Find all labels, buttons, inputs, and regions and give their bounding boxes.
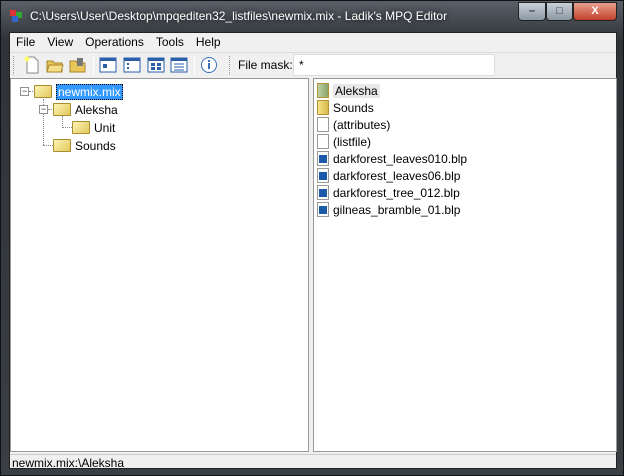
- list-item[interactable]: Aleksha: [317, 82, 380, 99]
- close-button[interactable]: X: [573, 2, 617, 21]
- file-name: Aleksha: [333, 83, 380, 98]
- tree-node-unit[interactable]: Unit: [72, 119, 115, 136]
- menu-view[interactable]: View: [41, 33, 79, 52]
- tree-node-root[interactable]: newmix.mix: [34, 83, 123, 100]
- menu-operations[interactable]: Operations: [79, 33, 150, 52]
- tree-node-label: newmix.mix: [56, 83, 123, 100]
- folder-icon: [317, 100, 329, 115]
- file-name: (listfile): [333, 134, 371, 149]
- open-folder-icon[interactable]: [69, 56, 87, 74]
- toolbar-grip[interactable]: [229, 56, 232, 75]
- folder-icon: [53, 103, 71, 116]
- view-large-icon[interactable]: [99, 56, 117, 74]
- status-bar: newmix.mix:\Aleksha: [10, 454, 616, 470]
- tree-node-label: Unit: [94, 120, 116, 135]
- open-icon[interactable]: [46, 56, 64, 74]
- image-file-icon: [317, 202, 329, 217]
- window-frame: C:\Users\User\Desktop\mpqediten32_listfi…: [0, 0, 624, 476]
- tree-node-sounds[interactable]: Sounds: [53, 137, 116, 154]
- tree-node-label: Aleksha: [75, 102, 118, 117]
- view-small-icon[interactable]: [123, 56, 141, 74]
- view-details-icon[interactable]: [170, 56, 188, 74]
- folder-icon: [72, 121, 90, 134]
- list-item[interactable]: (attributes): [317, 116, 390, 133]
- file-name: darkforest_leaves010.blp: [333, 151, 468, 166]
- client-area: File View Operations Tools Help File mas…: [9, 32, 617, 470]
- menu-file[interactable]: File: [10, 33, 41, 52]
- folder-open-icon: [34, 85, 52, 98]
- toolbar-separator: [194, 56, 195, 75]
- menu-help[interactable]: Help: [190, 33, 227, 52]
- list-item[interactable]: darkforest_leaves010.blp: [317, 150, 467, 167]
- new-icon[interactable]: [23, 56, 41, 74]
- minimize-button[interactable]: –: [518, 2, 546, 21]
- collapse-icon[interactable]: −: [39, 105, 48, 114]
- file-name: (attributes): [333, 117, 391, 132]
- list-item[interactable]: Sounds: [317, 99, 374, 116]
- list-item[interactable]: gilneas_bramble_01.blp: [317, 201, 460, 218]
- app-icon: [10, 10, 22, 22]
- folder-tree[interactable]: − newmix.mix − Aleksha Unit Sounds: [10, 78, 309, 452]
- image-file-icon: [317, 185, 329, 200]
- toolbar-separator: [93, 56, 94, 75]
- menu-bar: File View Operations Tools Help: [10, 33, 616, 52]
- toolbar: File mask:: [10, 52, 616, 77]
- list-item[interactable]: darkforest_leaves06.blp: [317, 167, 460, 184]
- file-icon: [317, 117, 329, 132]
- file-name: darkforest_tree_012.blp: [333, 185, 460, 200]
- file-mask-label: File mask:: [238, 58, 293, 72]
- image-file-icon: [317, 168, 329, 183]
- info-icon[interactable]: [200, 56, 218, 74]
- file-name: gilneas_bramble_01.blp: [333, 202, 461, 217]
- view-list-icon[interactable]: [147, 56, 165, 74]
- file-list[interactable]: Aleksha Sounds (attributes) (listfile) d…: [313, 78, 617, 452]
- folder-icon: [53, 139, 71, 152]
- image-file-icon: [317, 151, 329, 166]
- collapse-icon[interactable]: −: [20, 87, 29, 96]
- menu-tools[interactable]: Tools: [150, 33, 190, 52]
- maximize-button[interactable]: □: [546, 2, 573, 21]
- window-title: C:\Users\User\Desktop\mpqediten32_listfi…: [30, 9, 448, 23]
- file-name: Sounds: [333, 100, 374, 115]
- folder-icon: [317, 83, 329, 98]
- toolbar-grip[interactable]: [13, 56, 16, 75]
- file-name: darkforest_leaves06.blp: [333, 168, 461, 183]
- file-icon: [317, 134, 329, 149]
- tree-node-aleksha[interactable]: Aleksha: [53, 101, 118, 118]
- file-mask-input[interactable]: [293, 54, 495, 76]
- list-item[interactable]: (listfile): [317, 133, 371, 150]
- list-item[interactable]: darkforest_tree_012.blp: [317, 184, 460, 201]
- tree-node-label: Sounds: [75, 138, 116, 153]
